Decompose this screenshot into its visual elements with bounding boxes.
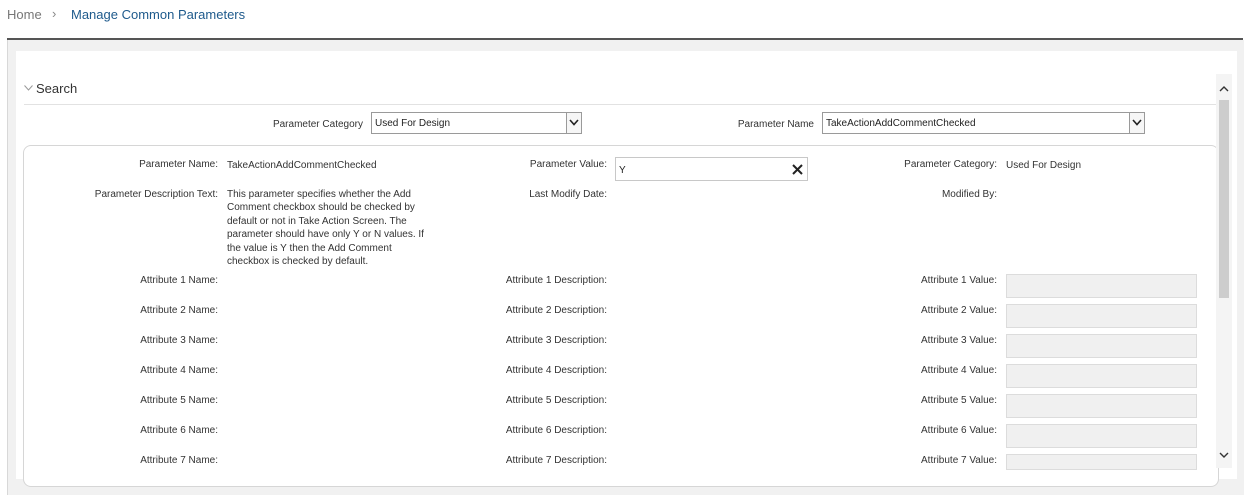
- attribute-6-name-label: Attribute 6 Name:: [140, 425, 218, 436]
- attribute-5-value-field: [1006, 394, 1197, 418]
- param-desc-label: Parameter Description Text:: [94, 189, 218, 200]
- modified-by-label: Modified By:: [941, 189, 997, 200]
- search-divider: [24, 104, 1216, 105]
- attribute-5-name-label: Attribute 5 Name:: [140, 395, 218, 406]
- attribute-3-value-label: Attribute 3 Value:: [921, 335, 997, 346]
- attribute-4-desc-label: Attribute 4 Description:: [505, 365, 607, 376]
- search-section-title: Search: [36, 81, 78, 96]
- attribute-1-value-field: [1006, 274, 1197, 298]
- chevron-down-icon: [24, 83, 33, 94]
- attribute-4-value-field: [1006, 364, 1197, 388]
- param-category-label: Parameter Category:: [904, 159, 997, 170]
- param-desc-value: This parameter specifies whether the Add…: [227, 189, 424, 268]
- parameter-name-selected: TakeActionAddCommentChecked: [826, 118, 976, 129]
- parameter-category-select[interactable]: Used For Design: [371, 112, 582, 134]
- parameter-name-label: Parameter Name: [737, 119, 814, 130]
- parameter-name-select[interactable]: TakeActionAddCommentChecked: [822, 112, 1145, 134]
- attribute-6-desc-label: Attribute 6 Description:: [505, 425, 607, 436]
- breadcrumb: Home › Manage Common Parameters: [0, 0, 1248, 30]
- chevron-down-icon[interactable]: [1217, 448, 1231, 462]
- param-value-text: Y: [619, 165, 626, 176]
- chevron-down-icon[interactable]: [566, 113, 581, 133]
- attribute-3-value-field: [1006, 334, 1197, 358]
- attribute-5-desc-label: Attribute 5 Description:: [505, 395, 607, 406]
- attribute-3-desc-label: Attribute 3 Description:: [505, 335, 607, 346]
- attribute-7-value-label: Attribute 7 Value:: [921, 455, 997, 466]
- attribute-7-name-label: Attribute 7 Name:: [140, 455, 218, 466]
- param-value-label: Parameter Value:: [529, 159, 607, 170]
- param-name-value: TakeActionAddCommentChecked: [227, 160, 377, 171]
- last-modify-date-label: Last Modify Date:: [529, 189, 607, 200]
- attribute-7-desc-label: Attribute 7 Description:: [505, 455, 607, 466]
- param-value-input[interactable]: Y: [615, 157, 808, 181]
- attribute-2-value-field: [1006, 304, 1197, 328]
- attribute-1-desc-label: Attribute 1 Description:: [505, 275, 607, 286]
- attribute-1-value-label: Attribute 1 Value:: [921, 275, 997, 286]
- parameter-category-selected: Used For Design: [375, 118, 451, 129]
- chevron-up-icon[interactable]: [1217, 82, 1231, 96]
- chevron-down-icon[interactable]: [1129, 113, 1144, 133]
- attribute-2-desc-label: Attribute 2 Description:: [505, 305, 607, 316]
- attribute-7-value-field: [1006, 454, 1197, 470]
- param-name-label: Parameter Name:: [139, 159, 218, 170]
- attribute-3-name-label: Attribute 3 Name:: [140, 335, 218, 346]
- breadcrumb-current-page: Manage Common Parameters: [71, 7, 246, 22]
- close-icon[interactable]: [792, 160, 803, 179]
- attribute-4-name-label: Attribute 4 Name:: [140, 365, 218, 376]
- param-category-value: Used For Design: [1006, 160, 1082, 171]
- attribute-2-name-label: Attribute 2 Name:: [140, 305, 218, 316]
- chevron-right-icon: ›: [52, 6, 57, 21]
- attribute-1-name-label: Attribute 1 Name:: [140, 275, 218, 286]
- breadcrumb-home-link[interactable]: Home: [7, 7, 42, 22]
- attribute-4-value-label: Attribute 4 Value:: [921, 365, 997, 376]
- scrollbar-thumb[interactable]: [1219, 100, 1229, 298]
- parameter-category-label: Parameter Category: [272, 119, 363, 130]
- attribute-2-value-label: Attribute 2 Value:: [921, 305, 997, 316]
- attribute-6-value-field: [1006, 424, 1197, 448]
- attribute-5-value-label: Attribute 5 Value:: [921, 395, 997, 406]
- attribute-6-value-label: Attribute 6 Value:: [921, 425, 997, 436]
